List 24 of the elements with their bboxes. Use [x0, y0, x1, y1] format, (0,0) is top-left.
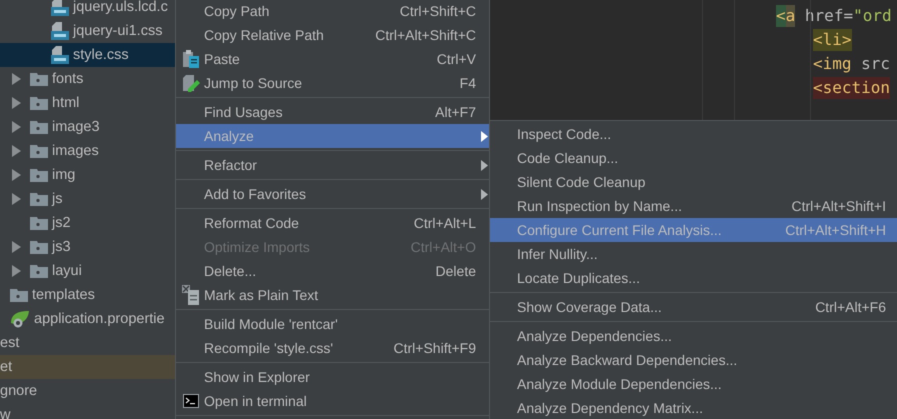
code-token: href=: [804, 5, 854, 27]
tree-item-label: images: [52, 144, 99, 158]
tree-item-label: js3: [52, 240, 71, 254]
tree-item-label: templates: [32, 288, 95, 302]
tree-item-label: jquery-ui1.css: [73, 24, 162, 38]
tree-item-label: js2: [52, 216, 71, 230]
tree-item-label: html: [52, 96, 80, 110]
code-token: <li>: [813, 29, 852, 51]
tree-item-label: jquery.uls.lcd.c: [73, 0, 168, 14]
tree-item-label: img: [52, 168, 76, 182]
code-token: <: [776, 5, 786, 27]
code-token: <img: [813, 53, 852, 75]
code-token: src: [860, 53, 890, 75]
code-token: "ord: [853, 5, 892, 27]
tree-item-label: fonts: [52, 72, 84, 86]
tree-item-label: image3: [52, 120, 100, 134]
tree-item-label: application.propertie: [34, 312, 165, 326]
tree-item-label: w: [0, 408, 10, 419]
code-token: <section: [813, 77, 890, 99]
tree-item-label: style.css: [73, 48, 129, 62]
tree-item-label: et: [0, 360, 12, 374]
tree-item-label: layui: [52, 264, 82, 278]
code-token: a: [786, 5, 796, 27]
tree-item-label: js: [52, 192, 62, 206]
